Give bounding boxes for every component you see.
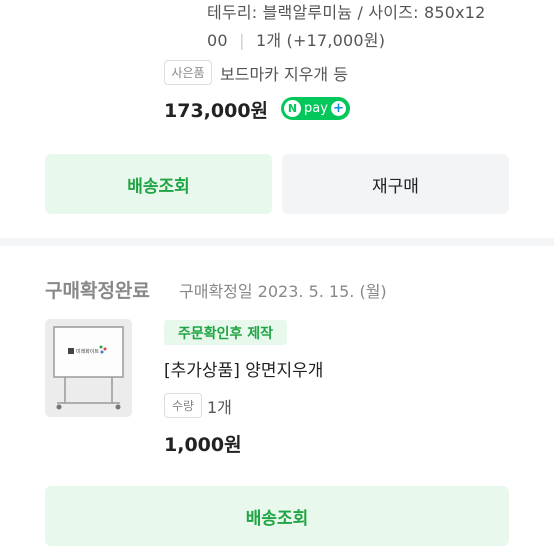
reorder-button[interactable]: 재구매 <box>282 154 509 214</box>
track-delivery-button[interactable]: 배송조회 <box>45 486 509 546</box>
option-text-line1: 테두리: 블랙알루미늄 / 사이즈: 850x12 <box>207 3 486 22</box>
plus-icon: + <box>330 101 346 116</box>
gift-badge: 사은품 <box>164 60 212 85</box>
npay-label: pay <box>304 101 328 116</box>
option-size-remainder: 00 <box>207 31 228 50</box>
track-delivery-button[interactable]: 배송조회 <box>45 154 272 214</box>
order-status: 구매확정완료 <box>45 280 150 302</box>
product-name[interactable]: [추가상품] 양면지우개 <box>164 356 323 381</box>
option-separator: | <box>239 31 245 50</box>
option-text-line2: 00 | 1개 (+17,000원) <box>207 30 385 52</box>
section-divider <box>0 238 554 246</box>
thumbnail-logo-text: 미래화이트 <box>76 349 100 355</box>
npay-plus-badge: N pay + <box>281 97 350 120</box>
confirm-date: 구매확정일 2023. 5. 15. (월) <box>179 282 387 301</box>
quantity-badge: 수량 <box>164 393 202 418</box>
quantity-value: 1개 <box>207 398 232 417</box>
item-price: 1,000원 <box>164 434 242 456</box>
option-quantity: 1개 (+17,000원) <box>255 31 386 50</box>
whiteboard-image <box>45 319 132 417</box>
product-thumbnail[interactable]: 미래화이트 <box>45 319 132 417</box>
made-to-order-tag: 주문확인후 제작 <box>164 320 287 345</box>
item-price: 173,000원 <box>164 100 269 122</box>
gift-text: 보드마카 지우개 등 <box>220 65 348 84</box>
npay-n-icon: N <box>284 100 301 117</box>
